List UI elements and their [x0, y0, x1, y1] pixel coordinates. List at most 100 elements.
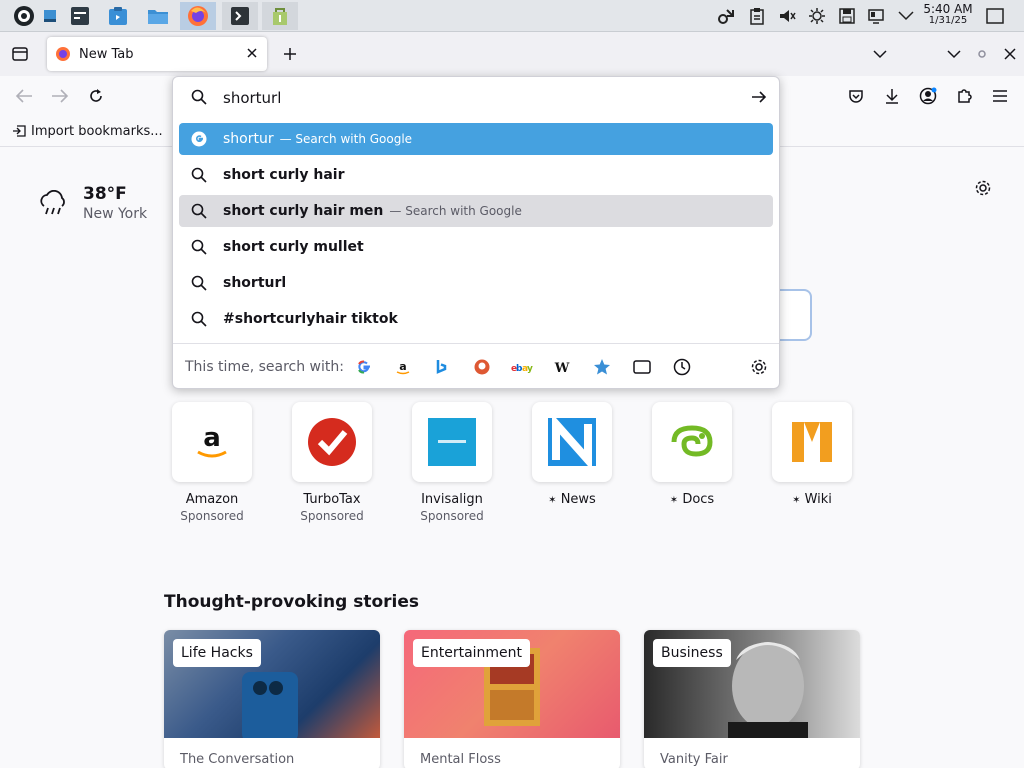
kde-menu-icon[interactable] — [6, 2, 42, 30]
url-input[interactable] — [223, 87, 723, 109]
story-source: The Conversation — [180, 752, 295, 767]
downloads-icon[interactable] — [878, 82, 906, 110]
search-icon — [191, 167, 207, 183]
suggestion-text: shorturl — [223, 275, 287, 291]
wiki-logo-icon — [772, 402, 852, 482]
new-tab-plus-icon[interactable] — [276, 40, 304, 68]
shortcut-amazon[interactable]: a Amazon Sponsored — [152, 402, 272, 523]
engine-bing-icon[interactable] — [431, 356, 453, 378]
tab-strip: New Tab — [0, 32, 1024, 76]
suggestion-row[interactable]: #shortcurlyhair tiktok — [179, 303, 773, 335]
suggestion-description: — Search with Google — [389, 204, 522, 218]
pocket-icon[interactable] — [842, 82, 870, 110]
engine-google-icon[interactable] — [353, 356, 375, 378]
package-installer-icon[interactable] — [262, 2, 298, 30]
maximize-dot-icon[interactable] — [968, 40, 996, 68]
close-tab-icon[interactable] — [245, 46, 259, 60]
pager-icon[interactable] — [40, 2, 60, 30]
tab-new-tab[interactable]: New Tab — [47, 37, 267, 71]
suggestion-row[interactable]: short curly hair men — Search with Googl… — [179, 195, 773, 227]
terminal-icon[interactable] — [222, 2, 258, 30]
engine-amazon-icon[interactable]: a — [392, 356, 414, 378]
search-with-label: This time, search with: — [185, 359, 344, 375]
minimize-chevron-icon[interactable] — [940, 40, 968, 68]
story-source: Mental Floss — [420, 752, 501, 767]
pin-icon: ✶ — [669, 495, 679, 506]
story-card[interactable]: Life Hacks The Conversation — [164, 630, 380, 768]
import-bookmarks-link[interactable]: Import bookmarks... — [31, 124, 163, 139]
turbotax-logo-icon — [292, 402, 372, 482]
search-settings-gear-icon[interactable] — [748, 356, 770, 378]
bookmarks-star-icon[interactable] — [591, 356, 613, 378]
tab-title: New Tab — [79, 46, 134, 62]
suggestion-row[interactable]: short curly mullet — [179, 231, 773, 263]
docs-chameleon-icon — [652, 402, 732, 482]
invisalign-logo-icon — [412, 402, 492, 482]
shortcut-name: Invisalign — [421, 492, 483, 507]
shortcut-news[interactable]: ✶ News — [512, 402, 632, 507]
svg-text:W: W — [554, 361, 570, 374]
shortcut-turbotax[interactable]: TurboTax Sponsored — [272, 402, 392, 523]
weather-widget[interactable]: 38°F New York — [38, 184, 147, 222]
reload-icon[interactable] — [82, 82, 110, 110]
display-icon[interactable] — [867, 6, 887, 26]
clipboard-icon[interactable] — [747, 6, 767, 26]
tabs-icon[interactable] — [631, 356, 653, 378]
storage-icon[interactable] — [837, 6, 857, 26]
suggestion-row[interactable]: shortur — Search with Google — [179, 123, 773, 155]
forward-arrow-icon[interactable] — [46, 82, 74, 110]
suggestion-row[interactable]: short curly hair — [179, 159, 773, 191]
shortcut-invisalign[interactable]: Invisalign Sponsored — [392, 402, 512, 523]
list-all-tabs-icon[interactable] — [6, 40, 34, 68]
shortcut-name: ✶ News — [512, 492, 632, 507]
story-category-tag: Business — [653, 639, 731, 667]
shortcut-wiki[interactable]: ✶ Wiki — [752, 402, 872, 507]
firefox-icon[interactable] — [180, 2, 216, 30]
chevron-up-tray-icon[interactable] — [896, 6, 916, 26]
suggestion-text: short curly mullet — [223, 239, 364, 255]
go-arrow-icon[interactable] — [751, 89, 767, 105]
personalize-gear-icon[interactable] — [969, 174, 997, 202]
network-icon[interactable] — [717, 6, 737, 26]
rain-cloud-icon — [38, 190, 68, 222]
story-card[interactable]: Business Vanity Fair — [644, 630, 860, 768]
google-icon — [191, 131, 207, 147]
show-desktop-icon[interactable] — [985, 6, 1005, 26]
clock[interactable]: 5:40 AM 1/31/25 — [920, 3, 976, 27]
story-category-tag: Entertainment — [413, 639, 531, 667]
back-arrow-icon[interactable] — [10, 82, 38, 110]
engine-wikipedia-icon[interactable]: W — [551, 356, 573, 378]
urlbar-popup: shortur — Search with Google short curly… — [172, 76, 780, 389]
suggestion-text: #shortcurlyhair tiktok — [223, 311, 398, 327]
brightness-icon[interactable] — [807, 6, 827, 26]
pin-icon: ✶ — [792, 495, 801, 506]
weather-temperature: 38°F — [83, 184, 127, 204]
shortcut-sponsored: Sponsored — [300, 509, 364, 523]
extensions-icon[interactable] — [950, 82, 978, 110]
tab-list-chevron-icon[interactable] — [866, 40, 894, 68]
suggestion-description: — Search with Google — [279, 132, 413, 146]
engine-duckduckgo-icon[interactable] — [471, 356, 493, 378]
suggestion-row[interactable]: shorturl — [179, 267, 773, 299]
shortcut-name: Amazon — [185, 492, 239, 507]
close-window-icon[interactable] — [996, 40, 1024, 68]
search-icon — [191, 239, 207, 255]
story-card[interactable]: Entertainment Mental Floss — [404, 630, 620, 768]
shortcut-docs[interactable]: ✶ Docs — [632, 402, 752, 507]
file-manager-icon[interactable] — [140, 2, 176, 30]
svg-text:y: y — [527, 364, 533, 373]
app-store-icon[interactable] — [100, 2, 136, 30]
account-icon[interactable] — [914, 82, 942, 110]
search-icon — [191, 89, 207, 105]
system-monitor-icon[interactable] — [62, 2, 98, 30]
suggestion-text: shortur — [223, 131, 274, 147]
hamburger-menu-icon[interactable] — [986, 82, 1014, 110]
pin-icon: ✶ — [548, 495, 557, 506]
clock-time: 5:40 AM — [923, 2, 973, 16]
volume-muted-icon[interactable] — [777, 6, 797, 26]
shortcut-label: Docs — [682, 492, 715, 507]
engine-ebay-icon[interactable]: ebay — [511, 356, 533, 378]
story-image: Entertainment — [404, 630, 620, 738]
shortcut-name: ✶ Wiki — [752, 492, 872, 507]
history-clock-icon[interactable] — [671, 356, 693, 378]
